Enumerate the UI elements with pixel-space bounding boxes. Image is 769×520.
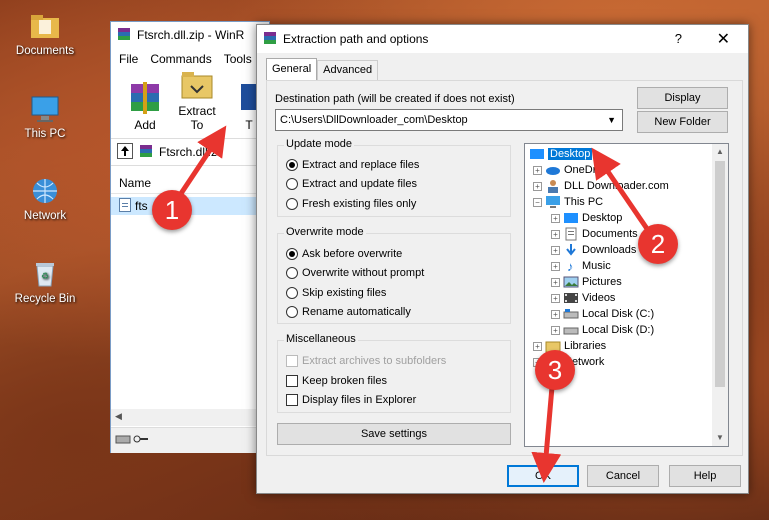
step-marker-3: 3: [535, 350, 575, 390]
step-marker-2: 2: [638, 224, 678, 264]
step-marker-1: 1: [152, 190, 192, 230]
arrow-step-3: [531, 386, 562, 483]
arrow-step-1: [177, 125, 227, 197]
arrow-step-2: [591, 147, 655, 238]
